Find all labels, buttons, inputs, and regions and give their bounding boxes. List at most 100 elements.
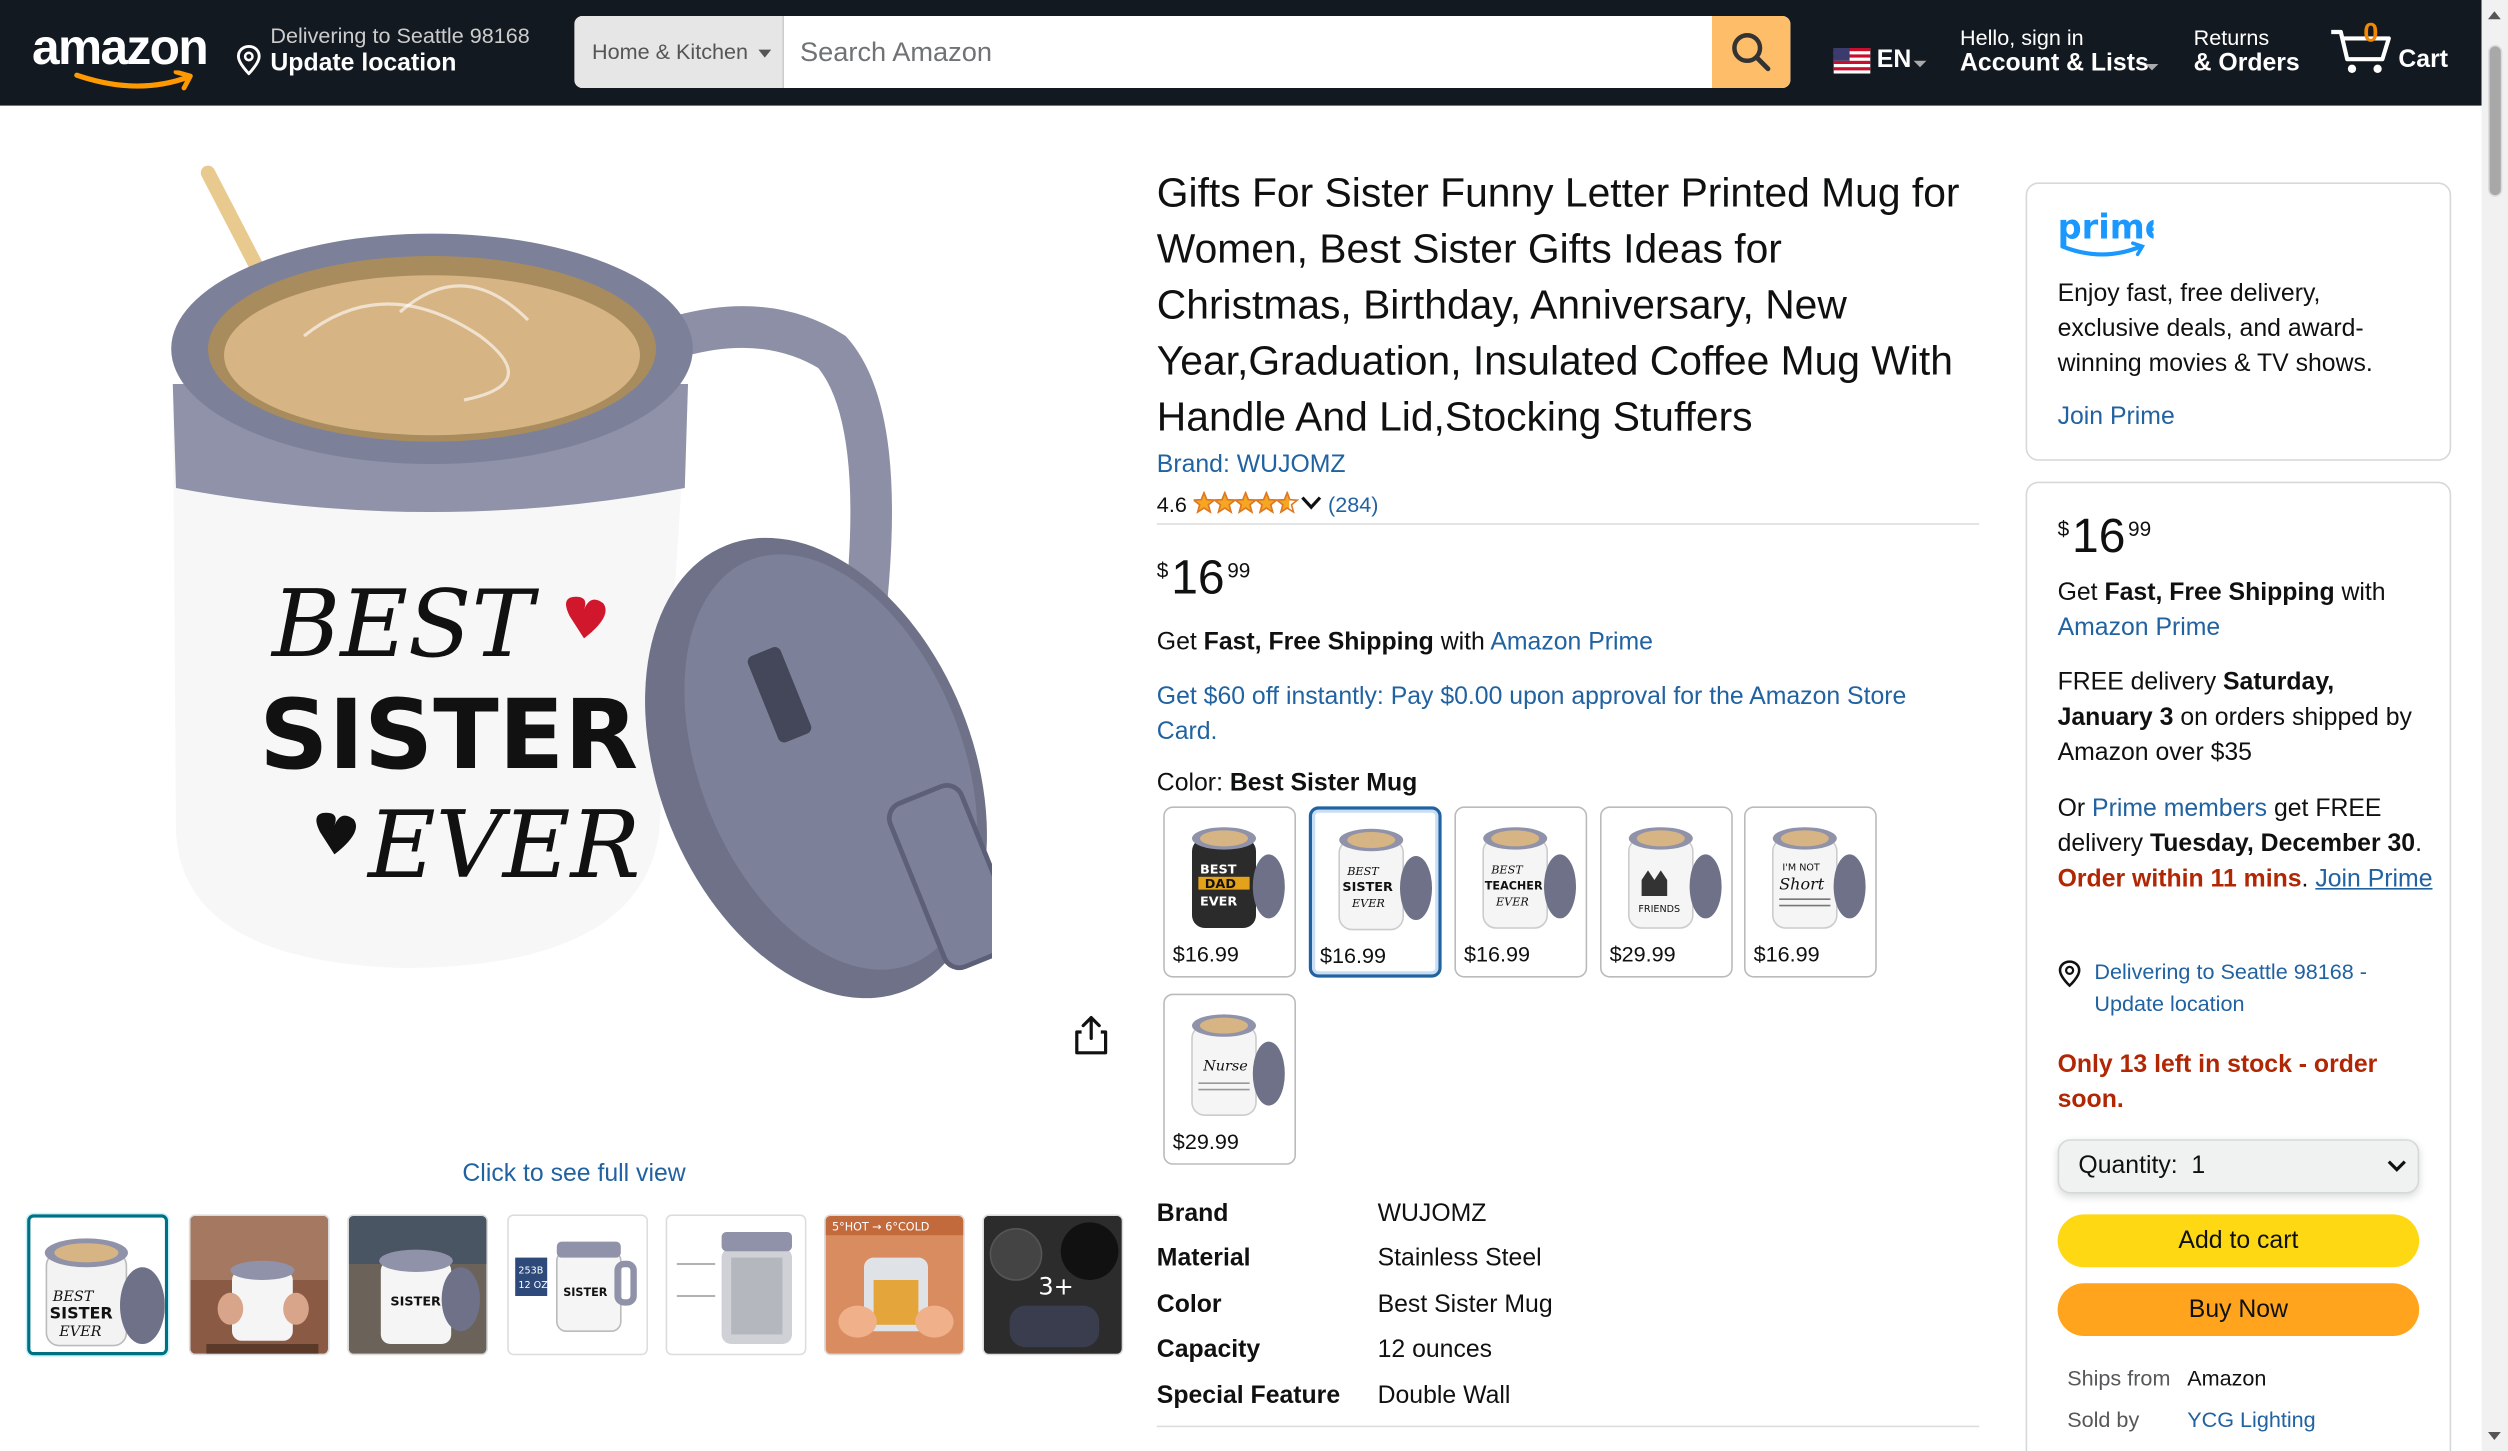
color-swatch-6[interactable]: Nurse $29.99	[1163, 993, 1296, 1165]
thumbnail-image: BEST SISTER EVER	[30, 1217, 165, 1353]
stock-warning: Only 13 left in stock - order soon.	[2057, 1051, 2378, 1114]
scroll-up-icon[interactable]	[2488, 11, 2501, 20]
thumbnail-image: SISTER	[348, 1216, 487, 1354]
search-bar: Home & Kitchen	[574, 16, 1791, 88]
main-product-image[interactable]: BEST SISTER EVER	[160, 160, 1020, 1024]
swatch-image: I'M NOT Short	[1772, 827, 1866, 929]
prime-logo-icon: prime	[2058, 208, 2154, 257]
review-count-link[interactable]: (284)	[1328, 493, 1378, 517]
spec-value: WUJOMZ	[1377, 1200, 1487, 1228]
scrollbar-thumb[interactable]	[2488, 44, 2503, 197]
spec-value: Best Sister Mug	[1377, 1291, 1553, 1319]
color-swatch-1[interactable]: BEST DAD EVER $16.99	[1163, 806, 1296, 978]
search-icon	[1732, 32, 1771, 72]
amazon-prime-link[interactable]: Amazon Prime	[2058, 614, 2221, 641]
amazon-logo[interactable]: amazon	[32, 16, 209, 91]
svg-text:SISTER: SISTER	[50, 1303, 113, 1322]
svg-text:BEST: BEST	[1490, 864, 1524, 877]
svg-text:I'M NOT: I'M NOT	[1782, 862, 1820, 873]
thumbnail-image: 3+	[984, 1216, 1122, 1354]
color-label-key: Color:	[1156, 769, 1230, 797]
share-button[interactable]	[1072, 1014, 1110, 1056]
color-swatch-3[interactable]: BEST TEACHER EVER $16.99	[1454, 806, 1588, 978]
brand-link[interactable]: Brand: WUJOMZ	[1157, 451, 1346, 480]
seller-link[interactable]: YCG Lighting	[2187, 1408, 2315, 1432]
chevron-down-icon	[2387, 1160, 2406, 1172]
buy-now-button[interactable]: Buy Now	[2057, 1283, 2420, 1336]
thumbnail-1[interactable]: BEST SISTER EVER	[27, 1214, 169, 1356]
spec-key: Special Feature	[1156, 1382, 1341, 1410]
divider	[1156, 1425, 1980, 1428]
cart-icon	[2331, 29, 2391, 73]
logo-smile-icon	[74, 70, 193, 91]
search-button[interactable]	[1712, 16, 1791, 88]
store-card-promo-link[interactable]: Get $60 off instantly: Pay $0.00 upon ap…	[1157, 680, 1973, 750]
swatch-price: $16.99	[1172, 942, 1239, 967]
spec-value: Stainless Steel	[1377, 1244, 1542, 1272]
thumbnail-image: 5°HOT → 6°COLD	[825, 1216, 964, 1354]
shipping-mid: with	[1433, 628, 1491, 656]
search-input[interactable]	[784, 16, 1712, 88]
color-swatch-2[interactable]: BEST SISTER EVER $16.99	[1308, 806, 1442, 978]
color-swatch-5[interactable]: I'M NOT Short $16.99	[1744, 806, 1877, 978]
add-to-cart-button[interactable]: Add to cart	[2057, 1214, 2420, 1268]
thumbnail-2[interactable]	[188, 1214, 330, 1356]
thumbnail-more[interactable]: 3+	[982, 1214, 1124, 1356]
orders-label: & Orders	[2193, 49, 2300, 77]
thumbnail-4[interactable]: 253B 12 OZ SISTER	[507, 1214, 648, 1356]
prime-members-link[interactable]: Prime members	[2092, 795, 2267, 822]
shipping-info: Get Fast, Free Shipping with Amazon Prim…	[1157, 629, 1653, 658]
account-greeting: Hello, sign in	[1960, 25, 2084, 50]
svg-text:SISTER: SISTER	[563, 1286, 608, 1299]
swatch-image: BEST DAD EVER	[1192, 827, 1285, 928]
swatch-price: $29.99	[1609, 942, 1676, 967]
cart-button[interactable]: 0 Cart	[2330, 18, 2458, 88]
svg-text:Nurse: Nurse	[1202, 1058, 1248, 1074]
color-swatch-4[interactable]: FRIENDS $29.99	[1600, 806, 1733, 978]
thumbnail-badge: 5°HOT → 6°COLD	[832, 1220, 929, 1233]
thumbnail-5[interactable]	[665, 1214, 807, 1356]
caret-down-icon	[2145, 64, 2159, 71]
price-symbol: $	[1156, 558, 1169, 583]
join-prime-link[interactable]: Join Prime	[2058, 403, 2175, 432]
ship-bold: Fast, Free Shipping	[2104, 579, 2335, 607]
star-rating-icon[interactable]	[1193, 491, 1300, 517]
thumbnail-3[interactable]: SISTER	[347, 1214, 488, 1356]
update-location-label: Update location	[270, 49, 457, 77]
thumbnail-image	[190, 1216, 329, 1354]
cart-label: Cart	[2398, 46, 2449, 74]
thumbnail-6[interactable]: 5°HOT → 6°COLD	[824, 1214, 965, 1356]
scroll-down-icon[interactable]	[2488, 1432, 2501, 1440]
price-fraction: 99	[2128, 516, 2152, 541]
quantity-select[interactable]: Quantity: 1	[2057, 1139, 2420, 1194]
spec-key: Material	[1156, 1244, 1251, 1272]
language-selector[interactable]: EN	[1833, 43, 1933, 78]
account-lists-menu[interactable]: Hello, sign in Account & Lists	[1960, 24, 2168, 85]
svg-text:BEST: BEST	[52, 1289, 95, 1305]
full-view-link[interactable]: Click to see full view	[462, 1160, 685, 1189]
us-flag-icon	[1833, 48, 1871, 74]
search-category-dropdown[interactable]: Home & Kitchen	[574, 16, 784, 88]
page-scrollbar[interactable]	[2481, 0, 2508, 1451]
product-title: Gifts For Sister Funny Letter Printed Mu…	[1156, 171, 1960, 440]
thumbnail-image	[667, 1216, 805, 1354]
swatch-price: $29.99	[1172, 1129, 1239, 1154]
buy-box: $ 16 99 Get Fast, Free Shipping with Amaz…	[2025, 481, 2452, 1451]
join-prime-link[interactable]: Join Prime	[2315, 866, 2432, 893]
ship-get: Get	[2057, 579, 2105, 607]
deliver-to-location[interactable]: Delivering to Seattle 98168 Update locat…	[236, 22, 557, 86]
fastest-delivery-info: Or Prime members get FREE delivery Tuesd…	[2057, 795, 2433, 893]
location-pin-icon	[236, 44, 261, 76]
swatch-image: Nurse	[1191, 1014, 1285, 1117]
svg-text:BEST: BEST	[1200, 863, 1237, 878]
search-category-label: Home & Kitchen	[592, 40, 749, 64]
location-pin-icon	[2058, 960, 2081, 988]
svg-text:EVER: EVER	[1200, 895, 1237, 910]
shipping-prefix: Get	[1156, 628, 1204, 656]
returns-orders-link[interactable]: Returns & Orders	[2194, 24, 2306, 85]
chevron-down-icon[interactable]	[1301, 494, 1322, 510]
sold-by-label: Sold by	[2067, 1408, 2140, 1432]
spec-value: Double Wall	[1377, 1382, 1511, 1410]
spec-key: Capacity	[1156, 1336, 1261, 1364]
amazon-prime-link[interactable]: Amazon Prime	[1490, 629, 1653, 656]
